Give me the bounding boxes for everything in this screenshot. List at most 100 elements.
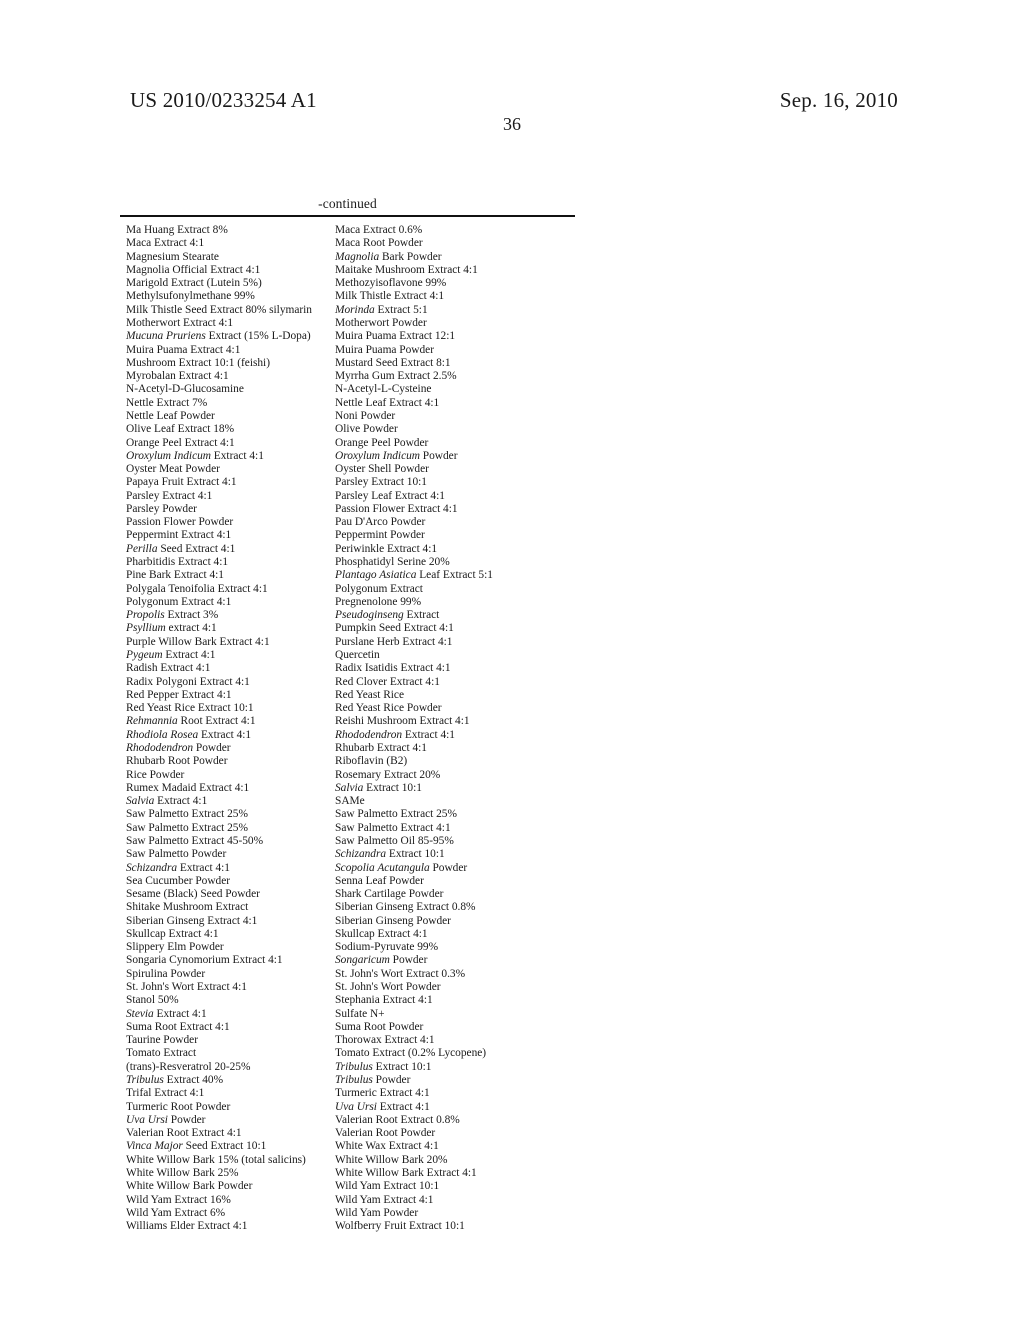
ingredient-cell-right: Turmeric Extract 4:1	[335, 1087, 430, 1100]
ingredient-cell-left: St. John's Wort Extract 4:1	[126, 981, 247, 994]
table-row: Pine Bark Extract 4:1 Plantago Asiatica L…	[120, 569, 575, 582]
ingredient-cell-right: Periwinkle Extract 4:1	[335, 542, 438, 555]
table-row: Spirulina Powder St. John's Wort Extract …	[120, 968, 575, 981]
table-row: Uva Ursi Powder Valerian Root Extract 0.8…	[120, 1114, 575, 1127]
ingredient-cell-right: Pseudoginseng Extract	[335, 609, 440, 622]
table-row: Oyster Meat Powder Oyster Shell Powder	[120, 463, 575, 476]
ingredient-cell-left: Rice Powder	[126, 768, 185, 781]
table-row: Motherwort Extract 4:1 Motherwort Powder	[120, 317, 575, 330]
table-row: Mushroom Extract 10:1 (feishi) Mustard Se…	[120, 357, 575, 370]
ingredient-cell-right: Red Yeast Rice	[335, 688, 405, 701]
table-row: Salvia Extract 4:1 SAMe	[120, 795, 575, 808]
ingredient-cell-left: Rhubarb Root Powder	[126, 755, 228, 768]
table-row: Vinca Major Seed Extract 10:1 White Wax E…	[120, 1140, 575, 1153]
page-number: 36	[503, 114, 521, 134]
table-row: Parsley Powder Passion Flower Extract 4:1	[120, 503, 575, 516]
table-row: Peppermint Extract 4:1 Peppermint Powder	[120, 529, 575, 542]
ingredient-cell-left: Sea Cucumber Powder	[126, 874, 231, 887]
ingredient-cell-right: Parsley Leaf Extract 4:1	[335, 489, 445, 502]
table-row: Muira Puama Extract 4:1 Muira Puama Powde…	[120, 344, 575, 357]
ingredient-cell-left: Olive Leaf Extract 18%	[126, 423, 235, 436]
table-row: Myrobalan Extract 4:1 Myrrha Gum Extract …	[120, 370, 575, 383]
ingredient-cell-right: Olive Powder	[335, 423, 398, 436]
table-row: Schizandra Extract 4:1 Scopolia Acutangul…	[120, 862, 575, 875]
table-row: White Willow Bark 25% White Willow Bark E…	[120, 1167, 575, 1180]
table-row: Psyllium extract 4:1 Pumpkin Seed Extract…	[120, 622, 575, 635]
ingredient-cell-left: Maca Extract 4:1	[126, 237, 205, 250]
ingredient-cell-left: White Willow Bark Powder	[126, 1180, 253, 1193]
ingredient-cell-right: Tribulus Extract 10:1	[335, 1060, 432, 1073]
table-row: Propolis Extract 3% Pseudoginseng Extract	[120, 609, 575, 622]
table-row: Mucuna Pruriens Extract (15% L-Dopa) Muir…	[120, 330, 575, 343]
ingredient-cell-right: Radix Isatidis Extract 4:1	[335, 662, 451, 675]
ingredient-cell-left: Suma Root Extract 4:1	[126, 1020, 230, 1033]
continued-table: -continued Ma Huang Extract 8% Maca Extra…	[120, 196, 575, 1233]
ingredient-cell-right: Mustard Seed Extract 8:1	[335, 356, 451, 369]
ingredient-cell-right: Myrrha Gum Extract 2.5%	[335, 370, 457, 383]
ingredient-cell-right: Oyster Shell Powder	[335, 463, 429, 476]
ingredient-cell-right: Stephania Extract 4:1	[335, 994, 433, 1007]
ingredient-cell-left: Parsley Powder	[126, 502, 197, 515]
ingredient-cell-left: Papaya Fruit Extract 4:1	[126, 476, 237, 489]
ingredient-cell-right: Noni Powder	[335, 409, 396, 422]
table-row: Rehmannia Root Extract 4:1 Reishi Mushroo…	[120, 715, 575, 728]
ingredient-cell-left: Nettle Extract 7%	[126, 396, 208, 409]
ingredient-cell-left: Red Yeast Rice Extract 10:1	[126, 702, 254, 715]
ingredient-cell-left: Taurine Powder	[126, 1034, 198, 1047]
table-row: Trifal Extract 4:1 Turmeric Extract 4:1	[120, 1087, 575, 1100]
ingredient-cell-left: Rhodiola Rosea Extract 4:1	[126, 728, 252, 741]
table-row: Valerian Root Extract 4:1 Valerian Root P…	[120, 1127, 575, 1140]
table-row: Sea Cucumber Powder Senna Leaf Powder	[120, 875, 575, 888]
ingredient-cell-left: Perilla Seed Extract 4:1	[126, 542, 236, 555]
ingredient-cell-left: Valerian Root Extract 4:1	[126, 1127, 242, 1140]
ingredient-cell-right: St. John's Wort Extract 0.3%	[335, 967, 466, 980]
ingredient-cell-left: Pine Bark Extract 4:1	[126, 569, 224, 582]
table-row: Taurine Powder Thorowax Extract 4:1	[120, 1034, 575, 1047]
ingredient-cell-left: Sesame (Black) Seed Powder	[126, 888, 260, 901]
ingredient-cell-left: Passion Flower Powder	[126, 516, 234, 529]
ingredient-cell-right: N-Acetyl-L-Cysteine	[335, 383, 432, 396]
ingredient-cell-right: Scopolia Acutangula Powder	[335, 861, 468, 874]
ingredient-cell-left: Salvia Extract 4:1	[126, 795, 208, 808]
ingredient-cell-right: Valerian Root Powder	[335, 1127, 436, 1140]
table-row: Passion Flower Powder Pau D'Arco Powder	[120, 516, 575, 529]
ingredient-cell-left: Wild Yam Extract 6%	[126, 1206, 226, 1219]
ingredient-cell-left: (trans)-Resveratrol 20-25%	[126, 1060, 251, 1073]
ingredient-cell-right: Saw Palmetto Extract 25%	[335, 808, 457, 821]
table-row: Marigold Extract (Lutein 5%) Methozyisofl…	[120, 277, 575, 290]
ingredient-cell-left: Williams Elder Extract 4:1	[126, 1220, 248, 1233]
ingredient-cell-right: Songaricum Powder	[335, 954, 428, 967]
ingredient-cell-left: Schizandra Extract 4:1	[126, 861, 230, 874]
ingredient-cell-left: Myrobalan Extract 4:1	[126, 370, 229, 383]
table-row: (trans)-Resveratrol 20-25% Tribulus Extra…	[120, 1061, 575, 1074]
ingredient-cell-left: Nettle Leaf Powder	[126, 409, 215, 422]
ingredient-cell-left: Mucuna Pruriens Extract (15% L-Dopa)	[126, 330, 311, 343]
table-row: Pharbitidis Extract 4:1 Phosphatidyl Seri…	[120, 556, 575, 569]
ingredient-cell-right: Milk Thistle Extract 4:1	[335, 290, 445, 303]
ingredient-cell-left: Motherwort Extract 4:1	[126, 316, 234, 329]
ingredient-cell-right: Senna Leaf Powder	[335, 874, 424, 887]
table-row: Williams Elder Extract 4:1 Wolfberry Frui…	[120, 1220, 575, 1233]
table-row: N-Acetyl-D-Glucosamine N-Acetyl-L-Cystein…	[120, 383, 575, 396]
ingredient-cell-right: Pregnenolone 99%	[335, 595, 422, 608]
table-row: Rhodiola Rosea Extract 4:1 Rhododendron E…	[120, 729, 575, 742]
ingredient-cell-right: Passion Flower Extract 4:1	[335, 502, 458, 515]
table-row: Shitake Mushroom Extract Siberian Ginseng…	[120, 901, 575, 914]
ingredient-cell-right: Wolfberry Fruit Extract 10:1	[335, 1220, 465, 1233]
ingredient-cell-right: Muira Puama Extract 12:1	[335, 330, 456, 343]
ingredient-cell-left: Methylsufonylmethane 99%	[126, 290, 255, 303]
ingredient-cell-right: Red Yeast Rice Powder	[335, 702, 442, 715]
ingredient-cell-right: St. John's Wort Powder	[335, 981, 441, 994]
ingredient-cell-left: Shitake Mushroom Extract	[126, 901, 249, 914]
ingredient-cell-right: Salvia Extract 10:1	[335, 781, 422, 794]
table-row: Songaria Cynomorium Extract 4:1 Songaricu…	[120, 954, 575, 967]
ingredient-cell-right: Skullcap Extract 4:1	[335, 927, 428, 940]
ingredient-cell-left: Saw Palmetto Powder	[126, 848, 227, 861]
ingredient-cell-right: Riboflavin (B2)	[335, 755, 408, 768]
ingredient-cell-left: Polygonum Extract 4:1	[126, 595, 232, 608]
ingredient-cell-left: Purple Willow Bark Extract 4:1	[126, 635, 270, 648]
ingredient-cell-left: Pygeum Extract 4:1	[126, 649, 216, 661]
ingredient-cell-left: Rumex Madaid Extract 4:1	[126, 781, 250, 794]
ingredient-cell-right: White Willow Bark Extract 4:1	[335, 1166, 477, 1179]
ingredient-cell-right: Peppermint Powder	[335, 529, 425, 542]
